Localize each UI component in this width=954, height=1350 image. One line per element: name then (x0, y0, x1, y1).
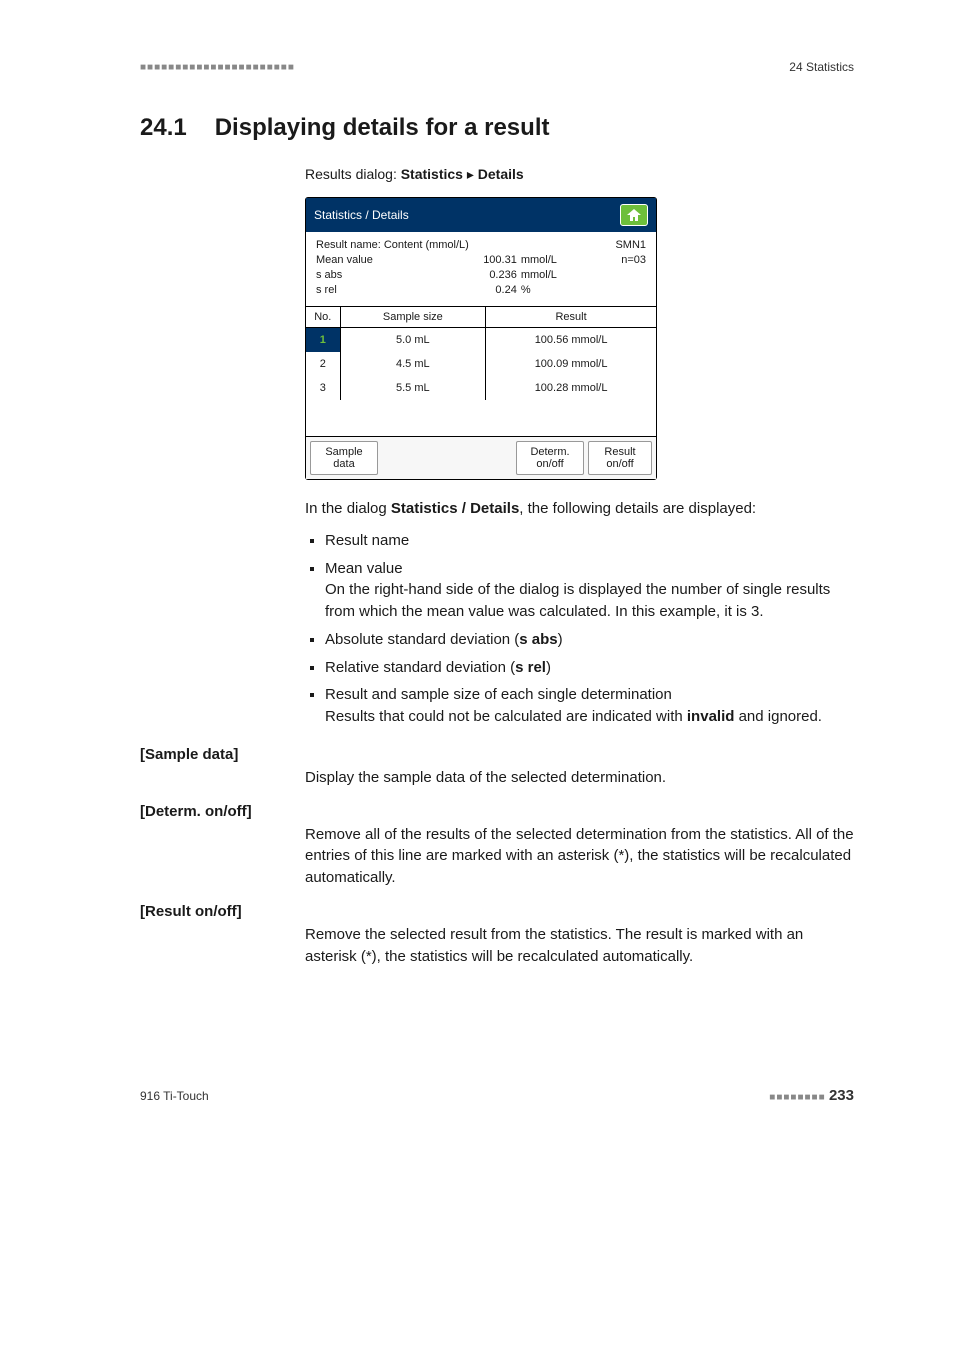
li-subtext: Results that could not be calculated are… (325, 706, 854, 728)
col-no: No. (306, 307, 340, 328)
dialog-button-row: Sample data Determ. on/off Result on/off (306, 437, 656, 479)
determ-onoff-button[interactable]: Determ. on/off (516, 441, 584, 475)
breadcrumb: Results dialog: Statistics ▸ Details (305, 166, 854, 183)
cell-result: 100.28 mmol/L (486, 376, 656, 400)
li-sub-a: Results that could not be calculated are… (325, 708, 687, 725)
cell-sample: 5.0 mL (340, 328, 486, 353)
def-body-result: Remove the selected result from the stat… (305, 924, 854, 968)
breadcrumb-b: Details (478, 166, 524, 182)
li-subtext: On the right-hand side of the dialog is … (325, 579, 854, 623)
li-sub-b: invalid (687, 708, 735, 725)
cell-sample: 4.5 mL (340, 352, 486, 376)
intro-a: In the dialog (305, 500, 391, 517)
section-number: 24.1 (140, 114, 187, 142)
col-sample: Sample size (340, 307, 486, 328)
list-item: Result and sample size of each single de… (325, 684, 854, 728)
list-item: Relative standard deviation (s rel) (325, 657, 854, 679)
li-text-a: Absolute standard deviation ( (325, 631, 519, 648)
summary-sabs-label: s abs (316, 268, 469, 283)
table-row[interactable]: 1 5.0 mL 100.56 mmol/L (306, 328, 656, 353)
li-text: Mean value (325, 560, 403, 577)
footer-left: 916 Ti-Touch (140, 1089, 209, 1103)
intro-c: , the following details are displayed: (519, 500, 756, 517)
summary-smn: SMN1 (580, 238, 646, 253)
li-text-a: Relative standard deviation ( (325, 659, 515, 676)
breadcrumb-a: Statistics (401, 166, 463, 182)
summary-srel-val: 0.24 (469, 283, 517, 298)
cell-sample: 5.5 mL (340, 376, 486, 400)
dialog-summary: Result name: Content (mmol/L) Mean value… (306, 232, 656, 307)
def-body-sample-data: Display the sample data of the selected … (305, 767, 854, 789)
li-text: Result and sample size of each single de… (325, 686, 672, 703)
cell-result: 100.56 mmol/L (486, 328, 656, 353)
summary-srel-unit: % (521, 284, 531, 296)
result-onoff-button[interactable]: Result on/off (588, 441, 652, 475)
header-chapter: 24 Statistics (789, 60, 854, 74)
footer-dots: ■■■■■■■■ (769, 1092, 825, 1103)
li-sub-c: and ignored. (734, 708, 822, 725)
summary-sabs-val: 0.236 (469, 268, 517, 283)
cell-no: 2 (306, 352, 340, 376)
statistics-details-dialog: Statistics / Details Result name: Conten… (305, 197, 657, 480)
breadcrumb-prefix: Results dialog: (305, 166, 401, 182)
summary-srel-label: s rel (316, 283, 469, 298)
home-button[interactable] (620, 204, 648, 226)
footer-page-number: 233 (829, 1087, 854, 1104)
list-item: Result name (325, 530, 854, 552)
intro-b: Statistics / Details (391, 500, 519, 517)
breadcrumb-sep: ▸ (463, 166, 478, 182)
def-term-determ: [Determ. on/off] (140, 803, 854, 820)
summary-mean-val: 100.31 (469, 253, 517, 268)
cell-no: 3 (306, 376, 340, 400)
li-text: Result name (325, 532, 409, 549)
li-text-b: s abs (519, 631, 557, 648)
def-term-result: [Result on/off] (140, 903, 854, 920)
table-row[interactable]: 2 4.5 mL 100.09 mmol/L (306, 352, 656, 376)
li-text-c: ) (546, 659, 551, 676)
dialog-titlebar: Statistics / Details (306, 198, 656, 232)
intro-paragraph: In the dialog Statistics / Details, the … (305, 498, 854, 520)
list-item: Mean value On the right-hand side of the… (325, 558, 854, 623)
cell-result: 100.09 mmol/L (486, 352, 656, 376)
table-row[interactable]: 3 5.5 mL 100.28 mmol/L (306, 376, 656, 400)
def-body-determ: Remove all of the results of the selecte… (305, 824, 854, 889)
summary-result-name: Result name: Content (mmol/L) (316, 238, 469, 253)
li-text-c: ) (558, 631, 563, 648)
header-marks: ■■■■■■■■■■■■■■■■■■■■■■ (140, 62, 295, 73)
summary-sabs-unit: mmol/L (521, 269, 557, 281)
summary-mean-label: Mean value (316, 253, 469, 268)
section-title-text: Displaying details for a result (215, 114, 550, 142)
home-icon (627, 209, 641, 221)
summary-n: n=03 (580, 253, 646, 268)
page-header: ■■■■■■■■■■■■■■■■■■■■■■ 24 Statistics (140, 60, 854, 74)
summary-mean-unit: mmol/L (521, 254, 557, 266)
sample-data-button[interactable]: Sample data (310, 441, 378, 475)
results-table: No. Sample size Result 1 5.0 mL 100.56 m… (306, 307, 656, 400)
dialog-title: Statistics / Details (314, 208, 409, 222)
def-term-sample-data: [Sample data] (140, 746, 854, 763)
cell-no: 1 (306, 328, 340, 353)
list-item: Absolute standard deviation (s abs) (325, 629, 854, 651)
col-result: Result (486, 307, 656, 328)
details-list: Result name Mean value On the right-hand… (305, 530, 854, 728)
page-footer: 916 Ti-Touch ■■■■■■■■ 233 (140, 1087, 854, 1104)
li-text-b: s rel (515, 659, 546, 676)
section-heading: 24.1 Displaying details for a result (140, 114, 854, 142)
